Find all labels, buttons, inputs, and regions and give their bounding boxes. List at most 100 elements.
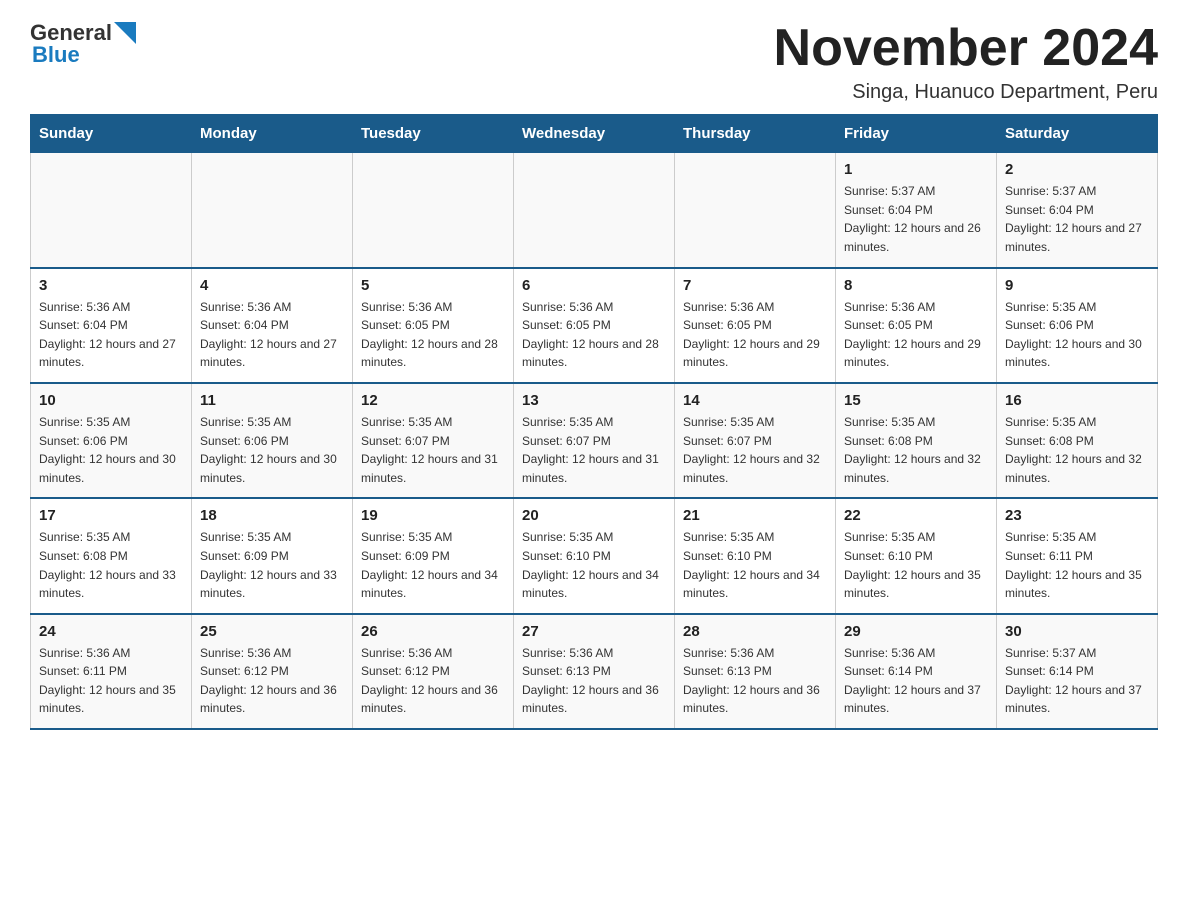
calendar-header-sunday: Sunday [31, 115, 192, 153]
day-number: 7 [683, 277, 827, 294]
calendar-cell: 7Sunrise: 5:36 AMSunset: 6:05 PMDaylight… [675, 268, 836, 383]
calendar-cell: 8 Sunrise: 5:36 AMSunset: 6:05 PMDaylight… [836, 268, 997, 383]
day-number: 3 [39, 277, 183, 294]
day-number: 15 [844, 392, 988, 409]
calendar-header-friday: Friday [836, 115, 997, 153]
day-number: 10 [39, 392, 183, 409]
day-info: Sunrise: 5:35 AMSunset: 6:09 PMDaylight:… [200, 528, 344, 602]
logo: General Blue [30, 20, 136, 68]
calendar-cell: 6 Sunrise: 5:36 AMSunset: 6:05 PMDaylight… [514, 268, 675, 383]
day-info: Sunrise: 5:35 AMSunset: 6:09 PMDaylight:… [361, 528, 505, 602]
page-title: November 2024 [774, 20, 1158, 77]
title-block: November 2024 Singa, Huanuco Department,… [774, 20, 1158, 104]
day-info: Sunrise: 5:36 AMSunset: 6:12 PMDaylight:… [200, 644, 344, 718]
calendar-cell: 28 Sunrise: 5:36 AMSunset: 6:13 PMDayligh… [675, 614, 836, 729]
calendar-cell: 12 Sunrise: 5:35 AMSunset: 6:07 PMDayligh… [353, 383, 514, 498]
calendar-cell [192, 153, 353, 268]
day-number: 14 [683, 392, 827, 409]
day-number: 5 [361, 277, 505, 294]
calendar-week-row: 17 Sunrise: 5:35 AMSunset: 6:08 PMDayligh… [31, 498, 1158, 613]
calendar-cell [514, 153, 675, 268]
day-info: Sunrise: 5:35 AMSunset: 6:06 PMDaylight:… [39, 413, 183, 487]
day-info: Sunrise: 5:35 AMSunset: 6:07 PMDaylight:… [522, 413, 666, 487]
calendar-cell: 22 Sunrise: 5:35 AMSunset: 6:10 PMDayligh… [836, 498, 997, 613]
day-number: 25 [200, 623, 344, 640]
day-info: Sunrise: 5:35 AMSunset: 6:08 PMDaylight:… [844, 413, 988, 487]
calendar-cell: 21Sunrise: 5:35 AMSunset: 6:10 PMDayligh… [675, 498, 836, 613]
day-number: 24 [39, 623, 183, 640]
day-number: 4 [200, 277, 344, 294]
calendar-cell: 10 Sunrise: 5:35 AMSunset: 6:06 PMDayligh… [31, 383, 192, 498]
page-header: General Blue November 2024 Singa, Huanuc… [30, 20, 1158, 104]
day-info: Sunrise: 5:35 AMSunset: 6:10 PMDaylight:… [844, 528, 988, 602]
calendar-cell: 19 Sunrise: 5:35 AMSunset: 6:09 PMDayligh… [353, 498, 514, 613]
day-info: Sunrise: 5:36 AMSunset: 6:05 PMDaylight:… [361, 298, 505, 372]
calendar-cell: 3Sunrise: 5:36 AMSunset: 6:04 PMDaylight… [31, 268, 192, 383]
calendar-cell: 14Sunrise: 5:35 AMSunset: 6:07 PMDayligh… [675, 383, 836, 498]
day-number: 30 [1005, 623, 1149, 640]
calendar-cell: 23 Sunrise: 5:35 AMSunset: 6:11 PMDayligh… [997, 498, 1158, 613]
day-info: Sunrise: 5:37 AMSunset: 6:04 PMDaylight:… [844, 182, 988, 256]
logo-blue: Blue [32, 42, 80, 68]
calendar-cell: 20 Sunrise: 5:35 AMSunset: 6:10 PMDayligh… [514, 498, 675, 613]
day-number: 2 [1005, 161, 1149, 178]
calendar-week-row: 10 Sunrise: 5:35 AMSunset: 6:06 PMDayligh… [31, 383, 1158, 498]
day-info: Sunrise: 5:36 AMSunset: 6:14 PMDaylight:… [844, 644, 988, 718]
day-number: 12 [361, 392, 505, 409]
day-number: 8 [844, 277, 988, 294]
calendar-week-row: 1 Sunrise: 5:37 AMSunset: 6:04 PMDaylight… [31, 153, 1158, 268]
calendar-cell: 1 Sunrise: 5:37 AMSunset: 6:04 PMDaylight… [836, 153, 997, 268]
calendar-cell: 26 Sunrise: 5:36 AMSunset: 6:12 PMDayligh… [353, 614, 514, 729]
day-info: Sunrise: 5:36 AMSunset: 6:13 PMDaylight:… [522, 644, 666, 718]
day-number: 22 [844, 507, 988, 524]
day-info: Sunrise: 5:37 AMSunset: 6:04 PMDaylight:… [1005, 182, 1149, 256]
day-number: 28 [683, 623, 827, 640]
calendar-cell: 17 Sunrise: 5:35 AMSunset: 6:08 PMDayligh… [31, 498, 192, 613]
day-number: 26 [361, 623, 505, 640]
calendar-table: SundayMondayTuesdayWednesdayThursdayFrid… [30, 114, 1158, 730]
calendar-cell: 18 Sunrise: 5:35 AMSunset: 6:09 PMDayligh… [192, 498, 353, 613]
day-info: Sunrise: 5:35 AMSunset: 6:06 PMDaylight:… [1005, 298, 1149, 372]
calendar-cell: 29Sunrise: 5:36 AMSunset: 6:14 PMDayligh… [836, 614, 997, 729]
calendar-cell [675, 153, 836, 268]
calendar-cell: 27 Sunrise: 5:36 AMSunset: 6:13 PMDayligh… [514, 614, 675, 729]
day-info: Sunrise: 5:35 AMSunset: 6:11 PMDaylight:… [1005, 528, 1149, 602]
calendar-header-row: SundayMondayTuesdayWednesdayThursdayFrid… [31, 115, 1158, 153]
day-number: 27 [522, 623, 666, 640]
calendar-cell: 25 Sunrise: 5:36 AMSunset: 6:12 PMDayligh… [192, 614, 353, 729]
day-info: Sunrise: 5:36 AMSunset: 6:05 PMDaylight:… [522, 298, 666, 372]
calendar-cell: 24Sunrise: 5:36 AMSunset: 6:11 PMDayligh… [31, 614, 192, 729]
calendar-cell: 15 Sunrise: 5:35 AMSunset: 6:08 PMDayligh… [836, 383, 997, 498]
calendar-header-tuesday: Tuesday [353, 115, 514, 153]
calendar-cell: 4Sunrise: 5:36 AMSunset: 6:04 PMDaylight… [192, 268, 353, 383]
day-number: 19 [361, 507, 505, 524]
day-info: Sunrise: 5:36 AMSunset: 6:12 PMDaylight:… [361, 644, 505, 718]
day-number: 17 [39, 507, 183, 524]
day-number: 13 [522, 392, 666, 409]
day-info: Sunrise: 5:35 AMSunset: 6:08 PMDaylight:… [1005, 413, 1149, 487]
calendar-cell: 9 Sunrise: 5:35 AMSunset: 6:06 PMDaylight… [997, 268, 1158, 383]
calendar-cell: 13 Sunrise: 5:35 AMSunset: 6:07 PMDayligh… [514, 383, 675, 498]
day-number: 23 [1005, 507, 1149, 524]
day-number: 9 [1005, 277, 1149, 294]
calendar-week-row: 3Sunrise: 5:36 AMSunset: 6:04 PMDaylight… [31, 268, 1158, 383]
calendar-cell: 2 Sunrise: 5:37 AMSunset: 6:04 PMDaylight… [997, 153, 1158, 268]
day-number: 11 [200, 392, 344, 409]
day-info: Sunrise: 5:35 AMSunset: 6:08 PMDaylight:… [39, 528, 183, 602]
day-info: Sunrise: 5:35 AMSunset: 6:10 PMDaylight:… [683, 528, 827, 602]
calendar-header-thursday: Thursday [675, 115, 836, 153]
day-number: 18 [200, 507, 344, 524]
day-info: Sunrise: 5:35 AMSunset: 6:10 PMDaylight:… [522, 528, 666, 602]
day-info: Sunrise: 5:37 AMSunset: 6:14 PMDaylight:… [1005, 644, 1149, 718]
day-info: Sunrise: 5:36 AMSunset: 6:13 PMDaylight:… [683, 644, 827, 718]
day-info: Sunrise: 5:35 AMSunset: 6:07 PMDaylight:… [361, 413, 505, 487]
calendar-header-saturday: Saturday [997, 115, 1158, 153]
day-info: Sunrise: 5:36 AMSunset: 6:05 PMDaylight:… [844, 298, 988, 372]
calendar-cell: 30 Sunrise: 5:37 AMSunset: 6:14 PMDayligh… [997, 614, 1158, 729]
calendar-header-monday: Monday [192, 115, 353, 153]
subtitle: Singa, Huanuco Department, Peru [774, 81, 1158, 104]
logo-triangle-icon [114, 22, 136, 44]
day-number: 20 [522, 507, 666, 524]
day-number: 1 [844, 161, 988, 178]
day-number: 6 [522, 277, 666, 294]
